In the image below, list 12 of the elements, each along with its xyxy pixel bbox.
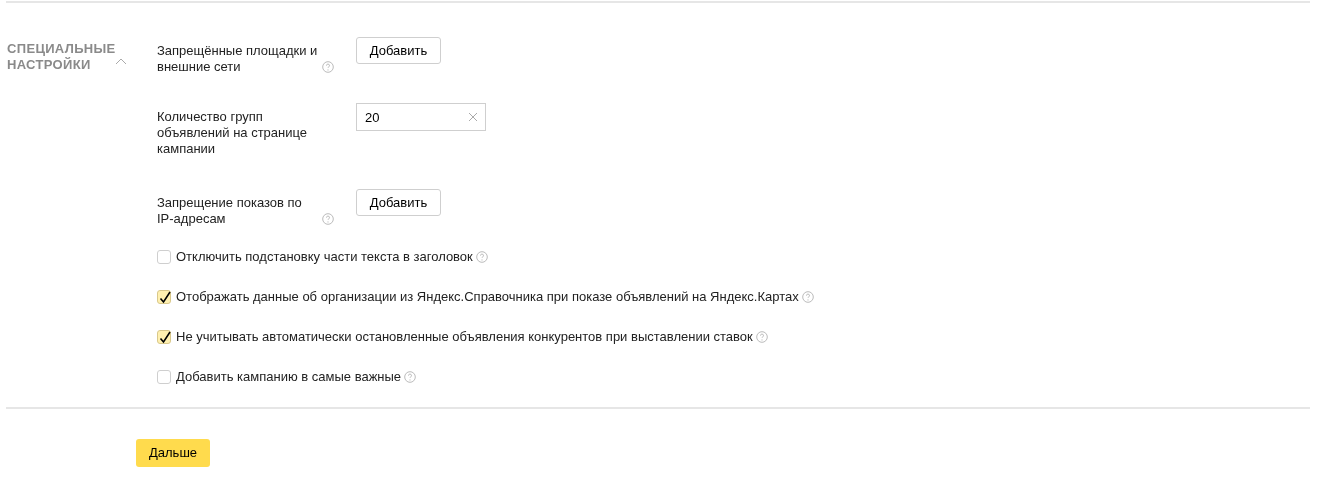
next-button[interactable]: Дальше [136, 439, 211, 467]
field-label: Запрещение показов по IP-адресам [157, 195, 303, 227]
section-title: СПЕЦИАЛЬНЫЕ НАСТРОЙКИ [7, 41, 117, 73]
field-label: Запрещённые площадки и внешние сети [157, 43, 319, 75]
checkbox-label[interactable]: Отображать данные об организации из Яндекс.Справочника при показе объявлений на Яндекс.Картах [176, 287, 799, 307]
checkbox-label[interactable]: Добавить кампанию в самые важные [176, 367, 402, 387]
number-field[interactable]: 20 [356, 103, 486, 131]
field-label: Количество групп объявлений на странице кампании [157, 109, 309, 157]
add-button[interactable]: Добавить [356, 37, 441, 64]
checkbox-label[interactable]: Отключить подстановку части текста в заголовок [176, 247, 473, 267]
add-button[interactable]: Добавить [356, 189, 441, 216]
checkbox-label[interactable]: Не учитывать автоматически остановленные объявления конкурентов при выставлении ставок [176, 327, 753, 347]
